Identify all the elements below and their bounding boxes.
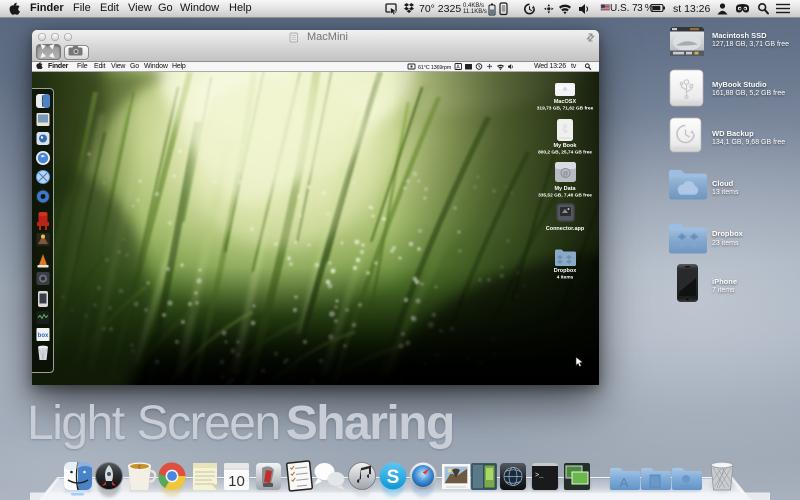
svg-text:S: S — [387, 467, 400, 488]
svg-text:A: A — [620, 475, 629, 490]
svg-text:>_: >_ — [535, 472, 544, 480]
svg-text:10: 10 — [228, 473, 245, 490]
svg-text:€: € — [138, 465, 141, 471]
